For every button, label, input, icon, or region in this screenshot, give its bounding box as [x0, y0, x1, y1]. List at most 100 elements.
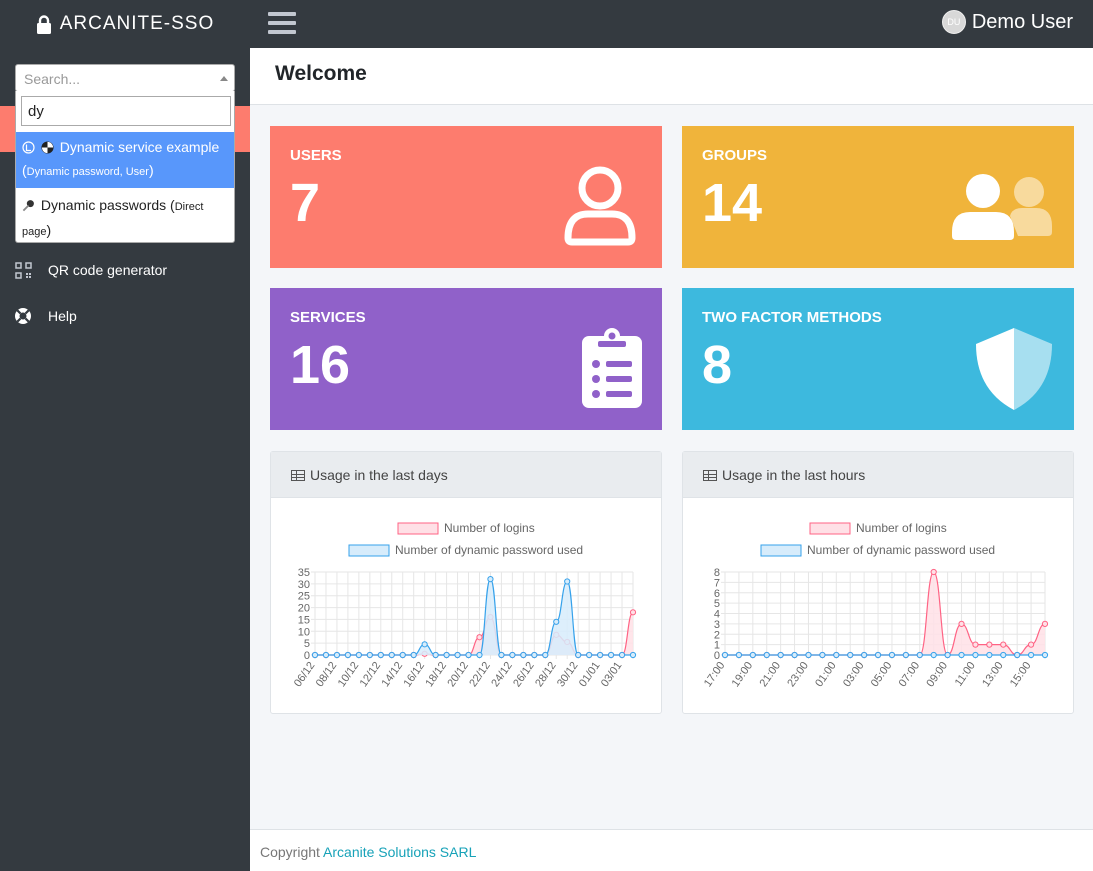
- data-point: [531, 651, 538, 659]
- data-point: [377, 651, 384, 659]
- stat-box-two-factor[interactable]: TWO FACTOR METHODS 8: [682, 288, 1074, 430]
- data-point: [410, 651, 417, 659]
- x-tick-label: 18/12: [423, 660, 449, 689]
- stat-value: 8: [702, 335, 733, 395]
- x-tick-label: 16/12: [401, 660, 427, 689]
- search-input[interactable]: [21, 96, 231, 126]
- card-header: Usage in the last days: [271, 452, 661, 498]
- data-point: [597, 651, 604, 659]
- stat-value: 7: [290, 173, 321, 233]
- data-point: [735, 651, 743, 659]
- data-point: [421, 641, 428, 648]
- stat-box-groups[interactable]: GROUPS 14: [682, 126, 1074, 268]
- data-point: [311, 651, 319, 659]
- card-title: Usage in the last hours: [722, 467, 866, 483]
- x-tick-label: 01:00: [813, 660, 839, 689]
- x-tick-label: 15:00: [1008, 660, 1034, 689]
- data-point: [721, 651, 729, 659]
- x-tick-label: 10/12: [336, 660, 362, 689]
- y-tick-label: 5: [714, 598, 720, 610]
- service-logo-icon: [41, 141, 54, 154]
- data-point: [777, 651, 784, 659]
- legend-swatch: [348, 544, 390, 557]
- y-tick-label: 15: [298, 614, 310, 626]
- copyright-text: Copyright: [260, 844, 320, 860]
- data-point: [749, 651, 756, 659]
- legend-swatch: [809, 522, 851, 535]
- data-point: [958, 620, 965, 627]
- data-point: [902, 651, 909, 659]
- data-point: [629, 651, 637, 659]
- option-title: Dynamic passwords: [40, 197, 167, 213]
- data-point: [344, 651, 351, 659]
- x-tick-label: 07:00: [897, 660, 923, 689]
- clipboard-list-icon: [582, 328, 642, 408]
- data-point: [487, 576, 494, 583]
- x-tick-label: 17:00: [702, 660, 728, 689]
- lock-icon: [36, 14, 51, 34]
- x-tick-label: 06/12: [292, 660, 318, 689]
- data-point: [1014, 651, 1021, 659]
- legend-label: Number of logins: [444, 521, 535, 535]
- data-point: [575, 651, 582, 659]
- y-tick-label: 25: [298, 591, 310, 603]
- data-point: [366, 651, 373, 659]
- data-point: [564, 578, 571, 585]
- legend-swatch: [397, 522, 439, 535]
- data-point: [888, 651, 896, 659]
- search-result-option[interactable]: Dynamic passwords (Direct page): [16, 190, 234, 238]
- stat-label: GROUPS: [702, 147, 768, 164]
- sidebar-item-qr-code-generator[interactable]: QR code generator: [0, 251, 250, 289]
- y-tick-label: 4: [714, 609, 720, 621]
- brand[interactable]: ARCANITE-SSO: [0, 0, 250, 48]
- data-point: [607, 651, 615, 659]
- menu-toggle-button[interactable]: [268, 12, 296, 36]
- sidebar-search-select[interactable]: Search...: [15, 64, 235, 92]
- search-placeholder: Search...: [24, 71, 81, 87]
- sidebar-item-help[interactable]: Help: [0, 297, 250, 335]
- y-tick-label: 10: [298, 626, 310, 638]
- y-tick-label: 2: [714, 629, 720, 641]
- y-tick-label: 8: [714, 567, 720, 579]
- avatar: DU: [941, 10, 966, 34]
- stat-value: 14: [702, 173, 763, 233]
- data-point: [509, 651, 516, 659]
- stat-box-users[interactable]: USERS 7: [270, 126, 662, 268]
- search-dropdown: Dynamic service example (Dynamic passwor…: [15, 91, 235, 243]
- stat-label: SERVICES: [290, 309, 366, 326]
- company-link[interactable]: Arcanite Solutions SARL: [323, 844, 476, 860]
- data-point: [520, 651, 527, 659]
- user-menu[interactable]: DU Demo User: [941, 10, 1073, 34]
- brand-name: ARCANITE-SSO: [59, 13, 215, 34]
- x-tick-label: 05:00: [869, 660, 895, 689]
- data-point: [986, 641, 993, 648]
- stat-box-services[interactable]: SERVICES 16: [270, 288, 662, 430]
- life-ring-icon: [14, 307, 32, 325]
- stat-label: USERS: [290, 147, 342, 164]
- user-name: Demo User: [971, 10, 1073, 33]
- table-icon: [291, 470, 305, 481]
- legend-label: Number of dynamic password used: [807, 543, 995, 557]
- data-point: [432, 651, 439, 659]
- data-point: [791, 651, 798, 659]
- y-tick-label: 20: [298, 603, 310, 615]
- data-point: [618, 651, 626, 659]
- stat-value: 16: [290, 335, 351, 395]
- user-icon: [564, 166, 636, 246]
- legend-swatch: [760, 544, 802, 557]
- y-tick-label: 6: [714, 588, 720, 600]
- sidebar-item-label: Help: [48, 308, 77, 324]
- usage-days-card: Usage in the last days Number of logins N…: [270, 451, 662, 714]
- data-point: [1041, 651, 1049, 659]
- data-point: [586, 651, 593, 659]
- usage-hours-chart: Number of logins Number of dynamic passwo…: [702, 521, 1049, 689]
- link-circle-icon: [22, 141, 35, 154]
- data-point: [1027, 651, 1035, 659]
- search-result-option[interactable]: Dynamic service example (Dynamic passwor…: [16, 132, 234, 188]
- data-point: [930, 651, 937, 659]
- x-tick-label: 30/12: [555, 660, 581, 689]
- data-point: [454, 651, 461, 659]
- x-tick-label: 12/12: [358, 660, 384, 689]
- legend-label: Number of logins: [856, 521, 947, 535]
- y-tick-label: 7: [714, 577, 720, 589]
